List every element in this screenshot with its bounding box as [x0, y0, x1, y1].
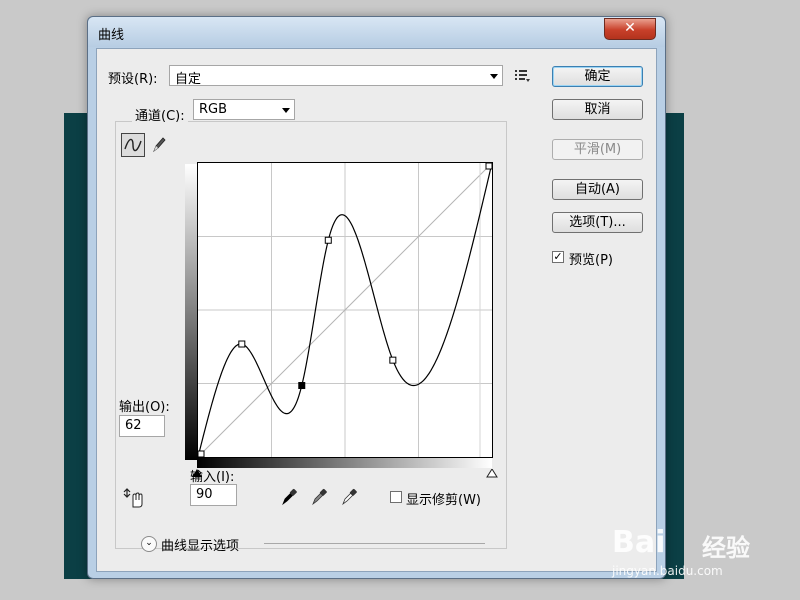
curve-graph[interactable] — [197, 162, 493, 458]
separator-line — [264, 543, 485, 544]
output-label: 输出(O): — [119, 400, 170, 415]
chevron-down-icon — [282, 108, 290, 113]
checkmark-icon: ✓ — [553, 250, 563, 263]
control-point[interactable] — [389, 356, 397, 364]
output-value: 62 — [125, 418, 142, 433]
watermark-url: jingyan.baidu.com — [612, 564, 723, 578]
preset-value: 自定 — [175, 72, 202, 87]
preset-label: 预设(R): — [108, 72, 158, 87]
channel-value: RGB — [199, 102, 228, 117]
curve-edit-button[interactable] — [121, 133, 145, 157]
control-point[interactable] — [485, 162, 493, 170]
watermark-logo-text: Bai — [612, 525, 666, 560]
chevron-down-icon — [490, 74, 498, 79]
input-label: 输入(I): — [190, 470, 235, 485]
curve-tool-icon — [124, 138, 142, 152]
output-field[interactable]: 62 — [119, 415, 165, 437]
input-value: 90 — [196, 487, 213, 502]
show-clipping-label: 显示修剪(W) — [406, 493, 481, 508]
cancel-button[interactable]: 取消 — [552, 99, 643, 120]
white-point-eyedropper-icon[interactable] — [341, 488, 357, 506]
show-clipping-checkbox[interactable] — [390, 491, 402, 503]
white-point-slider[interactable] — [486, 469, 498, 478]
baidu-jingyan-watermark: Bai 经验 jingyan.baidu.com — [612, 516, 788, 582]
close-button[interactable]: ✕ — [604, 18, 656, 40]
window-title: 曲线 — [98, 28, 125, 43]
preview-label: 预览(P) — [569, 253, 613, 268]
selected-control-point[interactable] — [298, 382, 306, 390]
on-image-adjust-icon[interactable] — [123, 487, 147, 509]
channel-dropdown[interactable]: RGB — [193, 99, 295, 120]
auto-button[interactable]: 自动(A) — [552, 179, 643, 200]
curve-display-options-label: 曲线显示选项 — [161, 539, 240, 554]
output-gradient-bar — [185, 164, 197, 460]
title-bar[interactable]: 曲线 ✕ — [88, 17, 665, 47]
input-field[interactable]: 90 — [190, 484, 237, 506]
curves-dialog: 曲线 ✕ 预设(R): 自定 确定 取消 平滑(M) 自动(A) 选项(T)..… — [87, 16, 666, 579]
preview-checkbox[interactable]: ✓ — [552, 251, 564, 263]
options-button[interactable]: 选项(T)... — [552, 212, 643, 233]
expand-options-button[interactable]: ⌄ — [141, 536, 157, 552]
gray-point-eyedropper-icon[interactable] — [311, 488, 327, 506]
channel-label: 通道(C): — [132, 105, 188, 124]
control-point[interactable] — [324, 236, 332, 244]
control-point[interactable] — [197, 450, 205, 458]
black-point-eyedropper-icon[interactable] — [281, 488, 297, 506]
dialog-body: 预设(R): 自定 确定 取消 平滑(M) 自动(A) 选项(T)... ✓ 预… — [96, 48, 657, 572]
smooth-button[interactable]: 平滑(M) — [552, 139, 643, 160]
ok-button[interactable]: 确定 — [552, 66, 643, 87]
pencil-icon[interactable] — [150, 135, 168, 155]
chevron-double-down-icon: ⌄ — [145, 538, 153, 548]
preset-dropdown[interactable]: 自定 — [169, 65, 503, 87]
watermark-logo-cn: 经验 — [702, 534, 750, 562]
preset-menu-icon[interactable] — [515, 69, 531, 83]
control-point[interactable] — [238, 340, 246, 348]
curve-plot[interactable] — [197, 162, 493, 458]
